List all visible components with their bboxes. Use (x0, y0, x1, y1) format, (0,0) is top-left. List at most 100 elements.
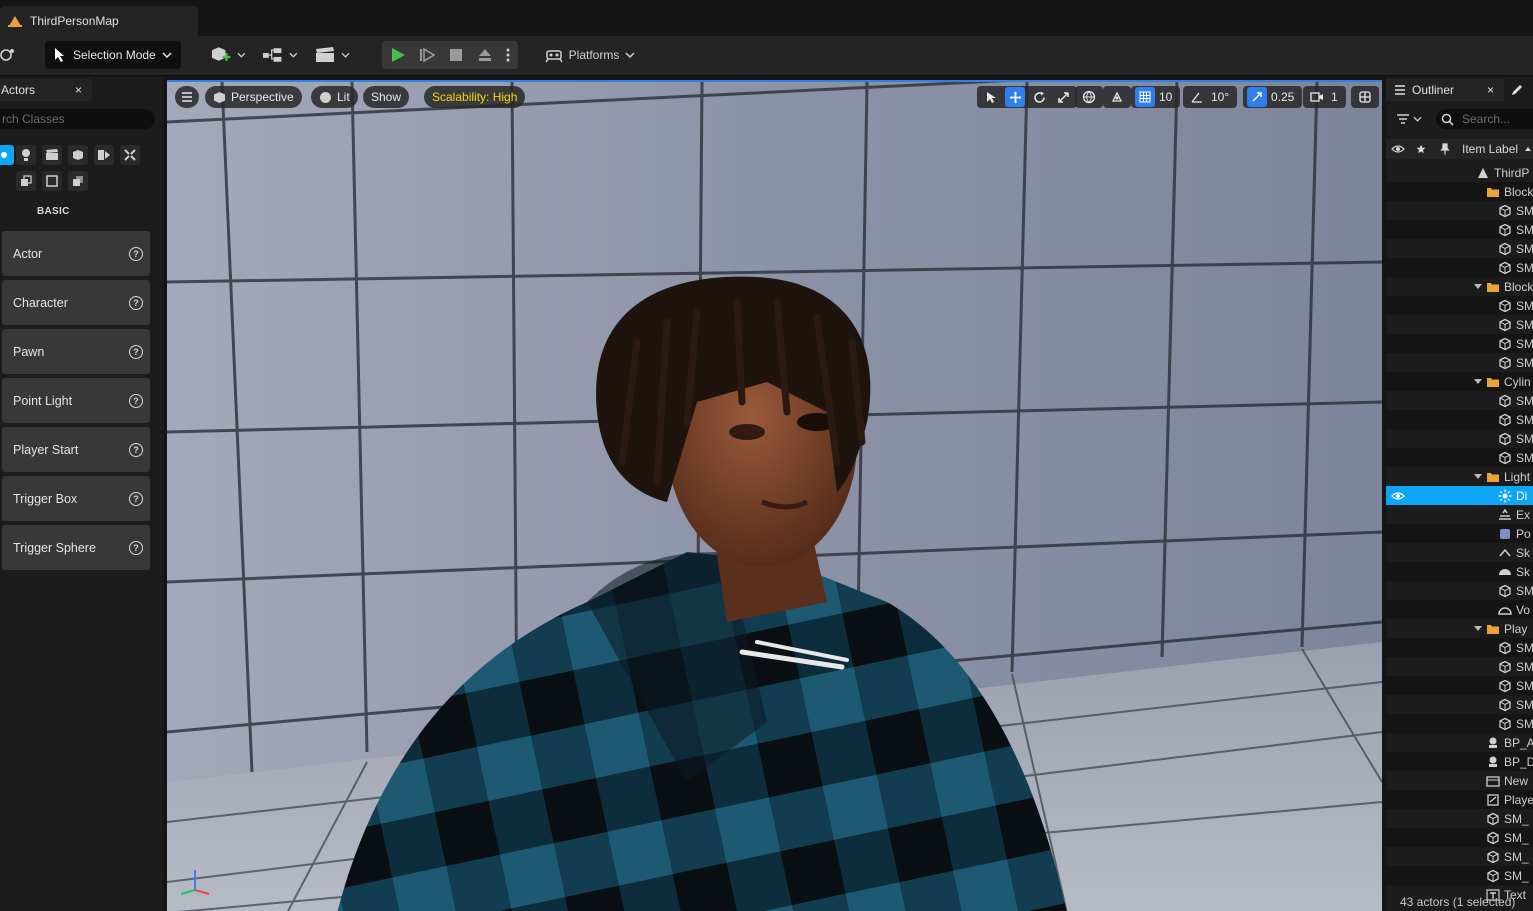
outliner-row[interactable]: SM_ (1386, 828, 1533, 847)
actor-item-trigger-box[interactable]: Trigger Box ? (2, 476, 150, 521)
scalability-button[interactable]: Scalability: High (424, 86, 526, 108)
actor-item-trigger-sphere[interactable]: Trigger Sphere ? (2, 525, 150, 570)
scale-tool-icon[interactable] (1053, 87, 1073, 107)
outliner-row[interactable]: SM (1386, 220, 1533, 239)
view-mode-button[interactable]: Lit (311, 86, 358, 108)
close-icon[interactable]: × (75, 83, 82, 97)
visibility-column-icon[interactable] (1391, 144, 1405, 154)
outliner-row[interactable]: Po (1386, 524, 1533, 543)
outliner-row[interactable]: SM (1386, 714, 1533, 733)
outliner-row[interactable]: SM_ (1386, 866, 1533, 885)
outliner-row[interactable]: Sk (1386, 543, 1533, 562)
rotation-snap-control[interactable]: 10° (1183, 86, 1238, 108)
eject-icon[interactable] (477, 48, 493, 62)
advance-frame-icon[interactable] (419, 47, 436, 63)
cinematics-button[interactable] (314, 45, 350, 65)
perspective-button[interactable]: Perspective (205, 86, 302, 108)
level-tab[interactable]: ThirdPersonMap (0, 6, 198, 36)
selection-mode-dropdown[interactable]: Selection Mode (45, 41, 181, 69)
outliner-row[interactable]: SM (1386, 201, 1533, 220)
help-icon[interactable]: ? (129, 393, 143, 408)
outliner-row[interactable]: Sk (1386, 562, 1533, 581)
outliner-row[interactable]: Playe (1386, 790, 1533, 809)
shapes-category-icon[interactable] (120, 145, 140, 165)
all-classes-category-icon[interactable] (42, 171, 62, 191)
outliner-row[interactable]: BP_D (1386, 752, 1533, 771)
outliner-row[interactable]: SM_ (1386, 809, 1533, 828)
outliner-row[interactable]: SM (1386, 429, 1533, 448)
outliner-row[interactable]: SM (1386, 581, 1533, 600)
filter-button[interactable] (1396, 113, 1422, 125)
outliner-tab[interactable]: Outliner × (1386, 79, 1504, 101)
camera-speed-control[interactable]: 1 (1303, 86, 1346, 108)
cinematic-category-icon[interactable] (42, 145, 62, 165)
platforms-dropdown[interactable]: Platforms (542, 41, 638, 69)
outliner-row[interactable]: New (1386, 771, 1533, 790)
play-icon[interactable] (390, 47, 406, 63)
pin-column-icon[interactable] (1440, 143, 1450, 155)
scale-snap-control[interactable]: 0.25 (1243, 86, 1303, 108)
blueprints-button[interactable] (262, 45, 298, 65)
help-icon[interactable]: ? (129, 442, 143, 457)
lights-category-icon[interactable] (16, 145, 36, 165)
actor-item-point-light[interactable]: Point Light ? (2, 378, 150, 423)
level-viewport[interactable]: Perspective Lit Show Scalability: High 1… (167, 80, 1382, 911)
show-button[interactable]: Show (363, 86, 410, 108)
more-options-icon[interactable] (506, 47, 510, 63)
outliner-row[interactable]: SM (1386, 334, 1533, 353)
viewport-menu-button[interactable] (175, 86, 199, 108)
source-control-icon[interactable] (0, 45, 16, 65)
viewport-layout-button[interactable] (1351, 86, 1379, 108)
outliner-row[interactable]: ThirdP (1386, 163, 1533, 182)
outliner-row[interactable]: SM (1386, 695, 1533, 714)
outliner-row[interactable]: SM (1386, 353, 1533, 372)
recent-category-icon[interactable] (0, 145, 14, 165)
outliner-row[interactable]: SM (1386, 296, 1533, 315)
help-icon[interactable]: ? (129, 295, 143, 310)
geometry-category-icon[interactable] (16, 171, 36, 191)
outliner-row[interactable]: Block (1386, 182, 1533, 201)
select-tool-icon[interactable] (981, 87, 1001, 107)
outliner-row[interactable]: Vo (1386, 600, 1533, 619)
outliner-row[interactable]: SM (1386, 258, 1533, 277)
expand-arrow-icon[interactable] (1474, 473, 1482, 480)
stop-icon[interactable] (449, 48, 463, 62)
edit-icon[interactable] (1510, 83, 1524, 100)
outliner-row[interactable]: SM (1386, 448, 1533, 467)
surface-snapping-toggle[interactable] (1103, 86, 1131, 108)
expand-arrow-icon[interactable] (1474, 625, 1482, 632)
outliner-row[interactable]: Ex (1386, 505, 1533, 524)
outliner-row[interactable]: SM (1386, 315, 1533, 334)
visibility-eye-icon[interactable] (1391, 491, 1405, 501)
add-content-button[interactable] (210, 45, 246, 65)
outliner-row[interactable]: SM (1386, 657, 1533, 676)
help-icon[interactable]: ? (129, 540, 143, 555)
outliner-row[interactable]: SM (1386, 410, 1533, 429)
expand-arrow-icon[interactable] (1474, 283, 1482, 290)
actor-item-actor[interactable]: Actor ? (2, 231, 150, 276)
outliner-row[interactable]: Cylin (1386, 372, 1533, 391)
grid-snap-control[interactable]: 10 (1131, 86, 1181, 108)
help-icon[interactable]: ? (129, 344, 143, 359)
help-icon[interactable]: ? (129, 491, 143, 506)
help-icon[interactable]: ? (129, 246, 143, 261)
outliner-row[interactable]: Light (1386, 467, 1533, 486)
outliner-row[interactable]: SM (1386, 676, 1533, 695)
place-actors-tab[interactable]: Actors × (0, 79, 92, 101)
item-label-column[interactable]: Item Label (1462, 142, 1518, 156)
actor-item-character[interactable]: Character ? (2, 280, 150, 325)
expand-arrow-icon[interactable] (1474, 378, 1482, 385)
close-icon[interactable]: × (1487, 83, 1494, 97)
visual-effects-category-icon[interactable] (68, 145, 88, 165)
outliner-row[interactable]: Block (1386, 277, 1533, 296)
translate-tool-icon[interactable] (1005, 87, 1025, 107)
actor-item-pawn[interactable]: Pawn ? (2, 329, 150, 374)
coordinate-space-toggle[interactable] (1075, 86, 1103, 108)
actor-item-player-start[interactable]: Player Start ? (2, 427, 150, 472)
outliner-row[interactable]: SM_ (1386, 847, 1533, 866)
star-column-icon[interactable] (1416, 144, 1426, 154)
outliner-row[interactable]: SM (1386, 391, 1533, 410)
search-classes-input[interactable]: rch Classes (0, 109, 155, 129)
outliner-row[interactable]: BP_A (1386, 733, 1533, 752)
outliner-row[interactable]: SM (1386, 239, 1533, 258)
